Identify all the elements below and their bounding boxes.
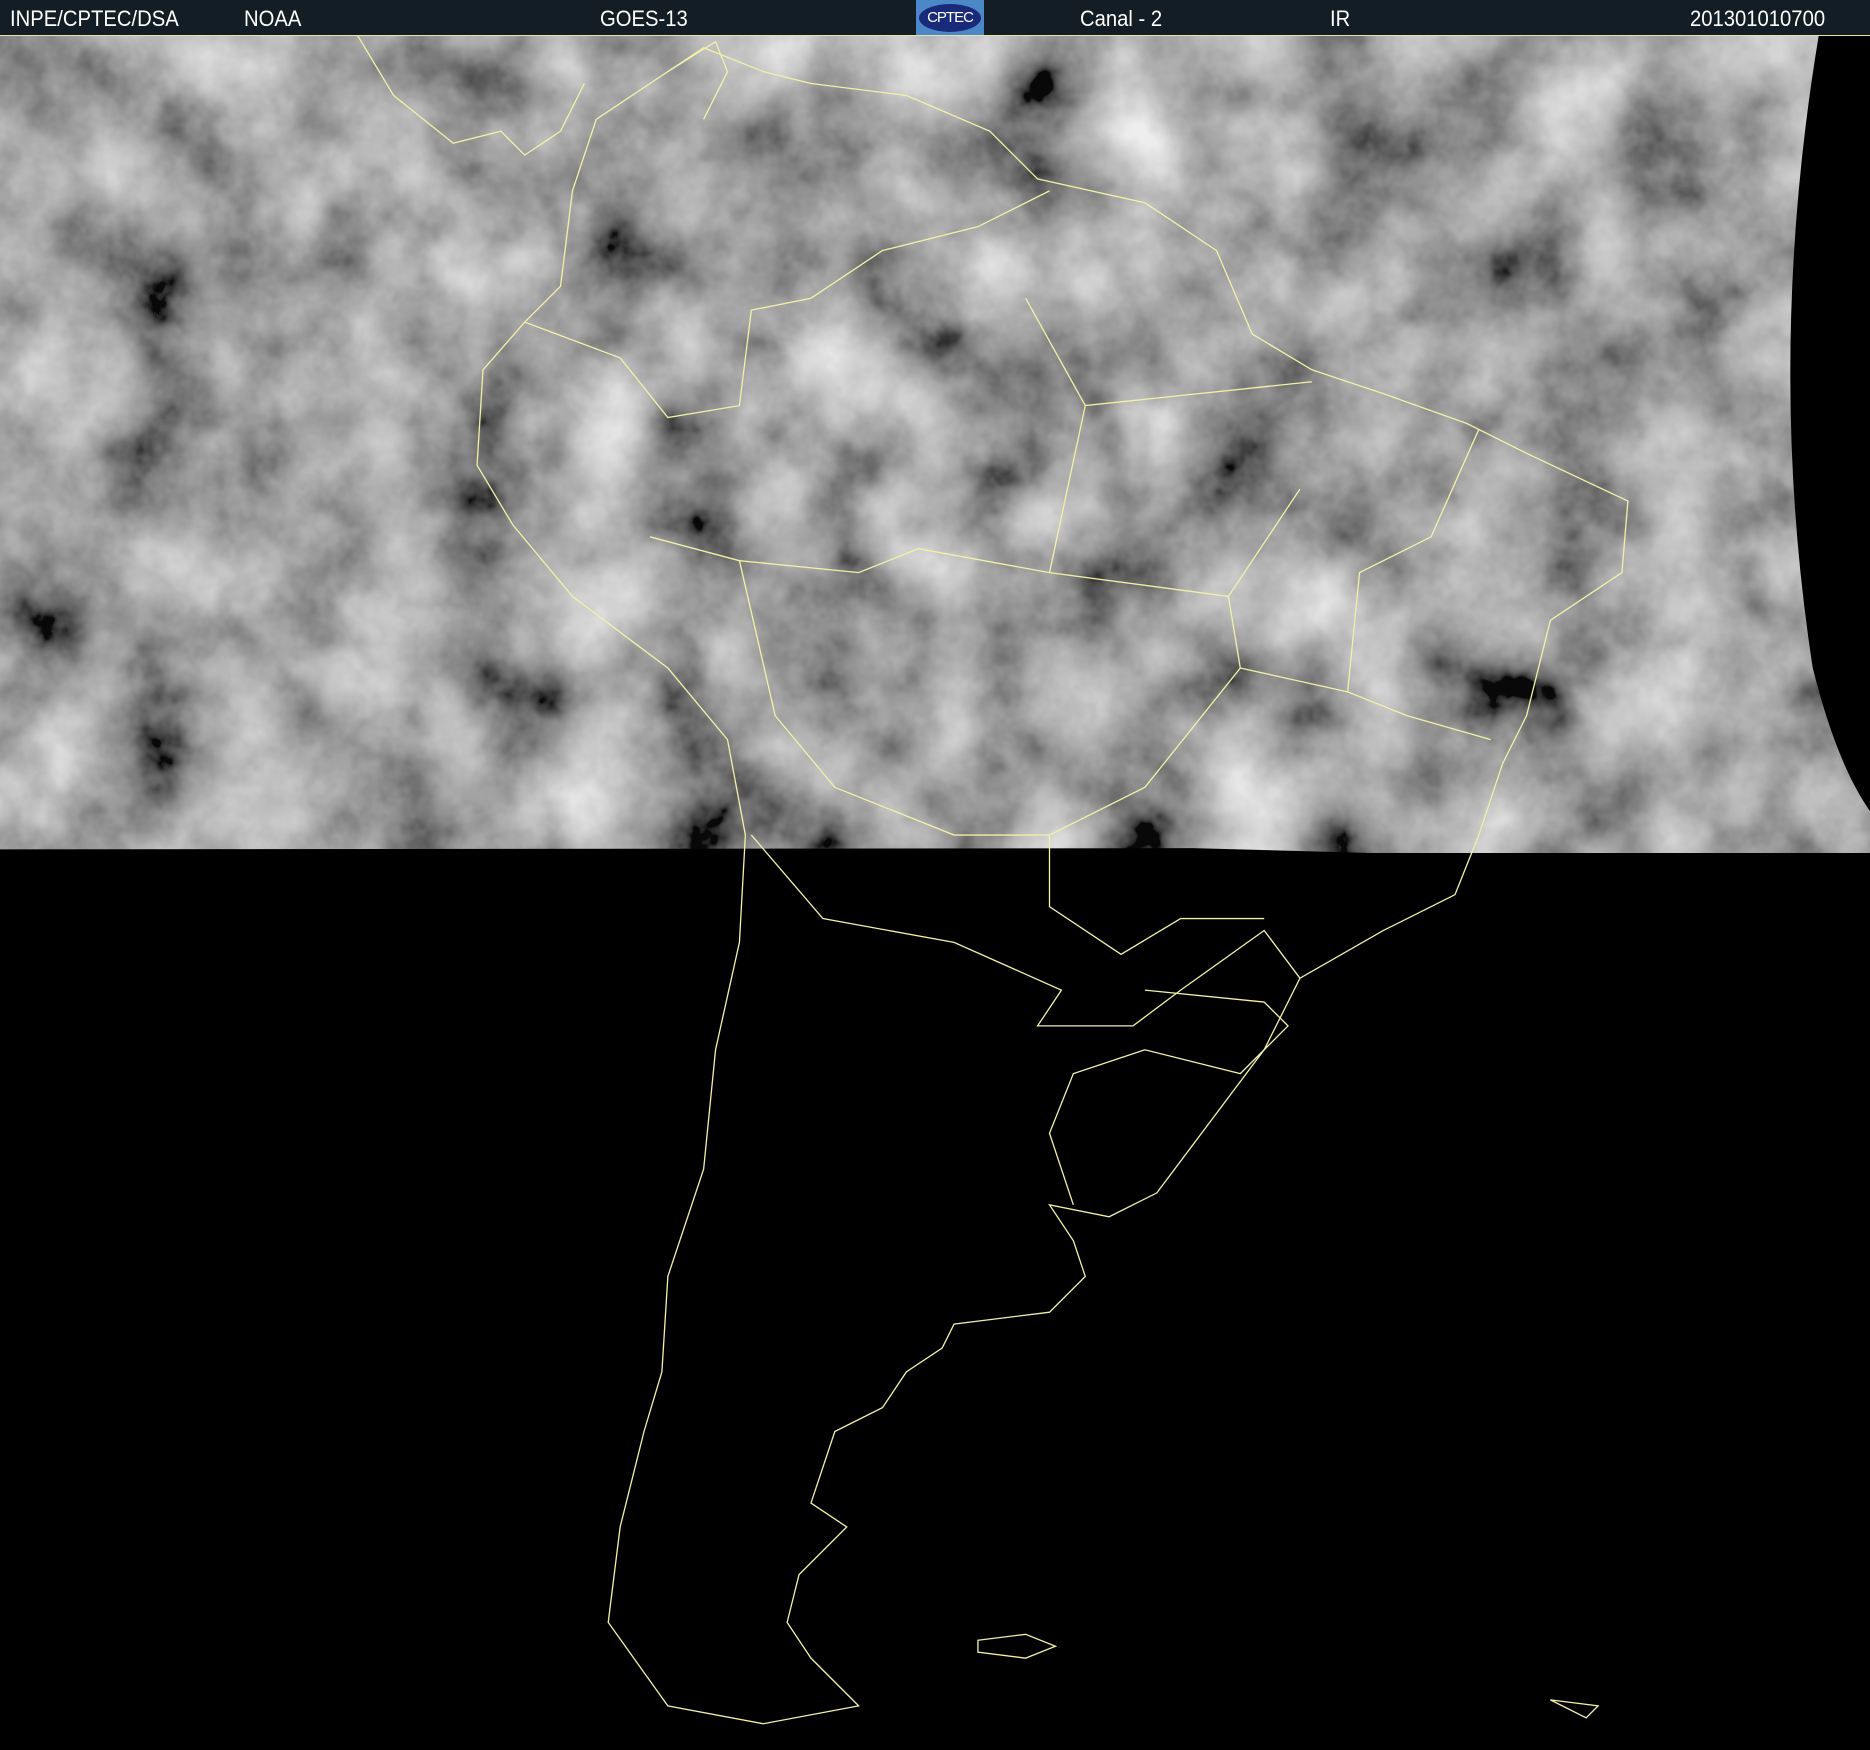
source-label: INPE/CPTEC/DSA xyxy=(10,6,179,31)
timestamp-label: 201301010700 xyxy=(1690,6,1826,31)
cptec-logo: CPTEC xyxy=(916,0,984,35)
channel-label: Canal - 2 xyxy=(1080,6,1163,31)
header-bar: INPE/CPTEC/DSA NOAA GOES-13 CPTEC Canal … xyxy=(0,0,1870,36)
band-label: IR xyxy=(1330,6,1351,31)
satellite-image xyxy=(0,0,1870,1750)
logo-text: CPTEC xyxy=(919,3,981,32)
satellite-label: GOES-13 xyxy=(600,6,688,31)
agency-label: NOAA xyxy=(244,6,302,31)
night-region xyxy=(0,848,1870,1750)
